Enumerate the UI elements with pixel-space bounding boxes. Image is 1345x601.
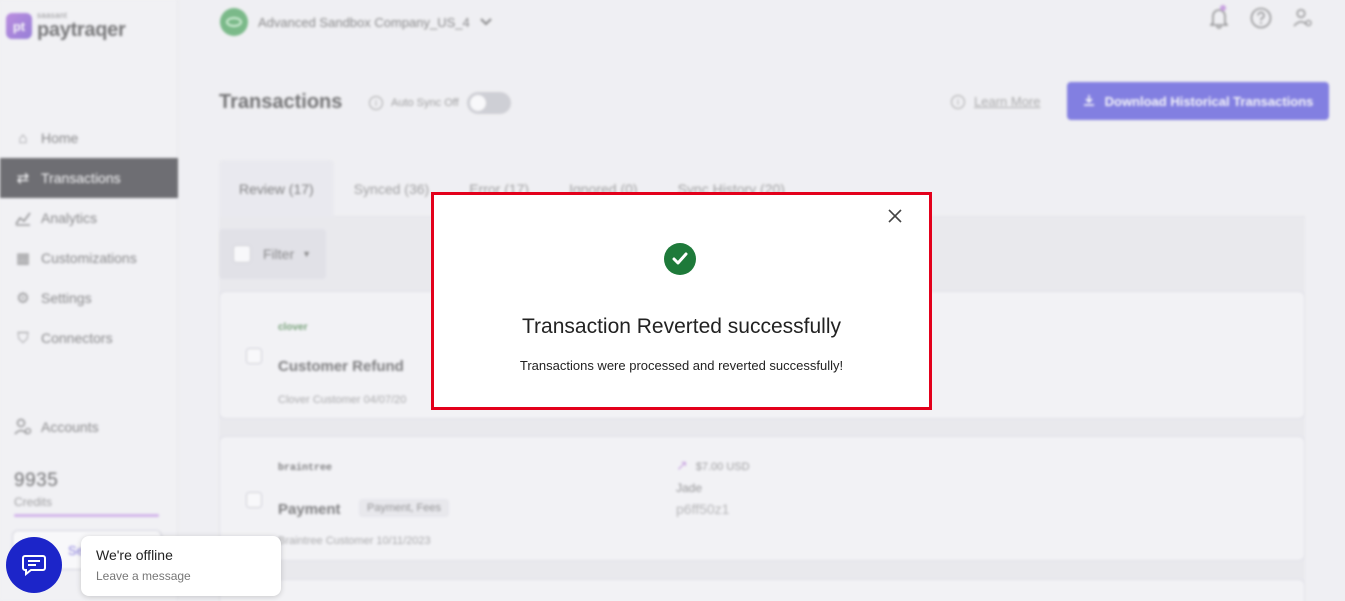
chat-offline-card[interactable]: We're offline Leave a message <box>81 536 281 596</box>
success-modal: Transaction Reverted successfully Transa… <box>431 192 932 410</box>
close-icon[interactable] <box>885 207 905 227</box>
chat-subtitle: Leave a message <box>96 569 191 583</box>
modal-title: Transaction Reverted successfully <box>521 315 842 338</box>
chat-icon <box>22 555 46 576</box>
chat-launcher-button[interactable] <box>6 537 62 593</box>
check-circle-icon <box>664 243 696 275</box>
modal-message: Transactions were processed and reverted… <box>519 358 844 373</box>
chat-title: We're offline <box>96 547 173 563</box>
